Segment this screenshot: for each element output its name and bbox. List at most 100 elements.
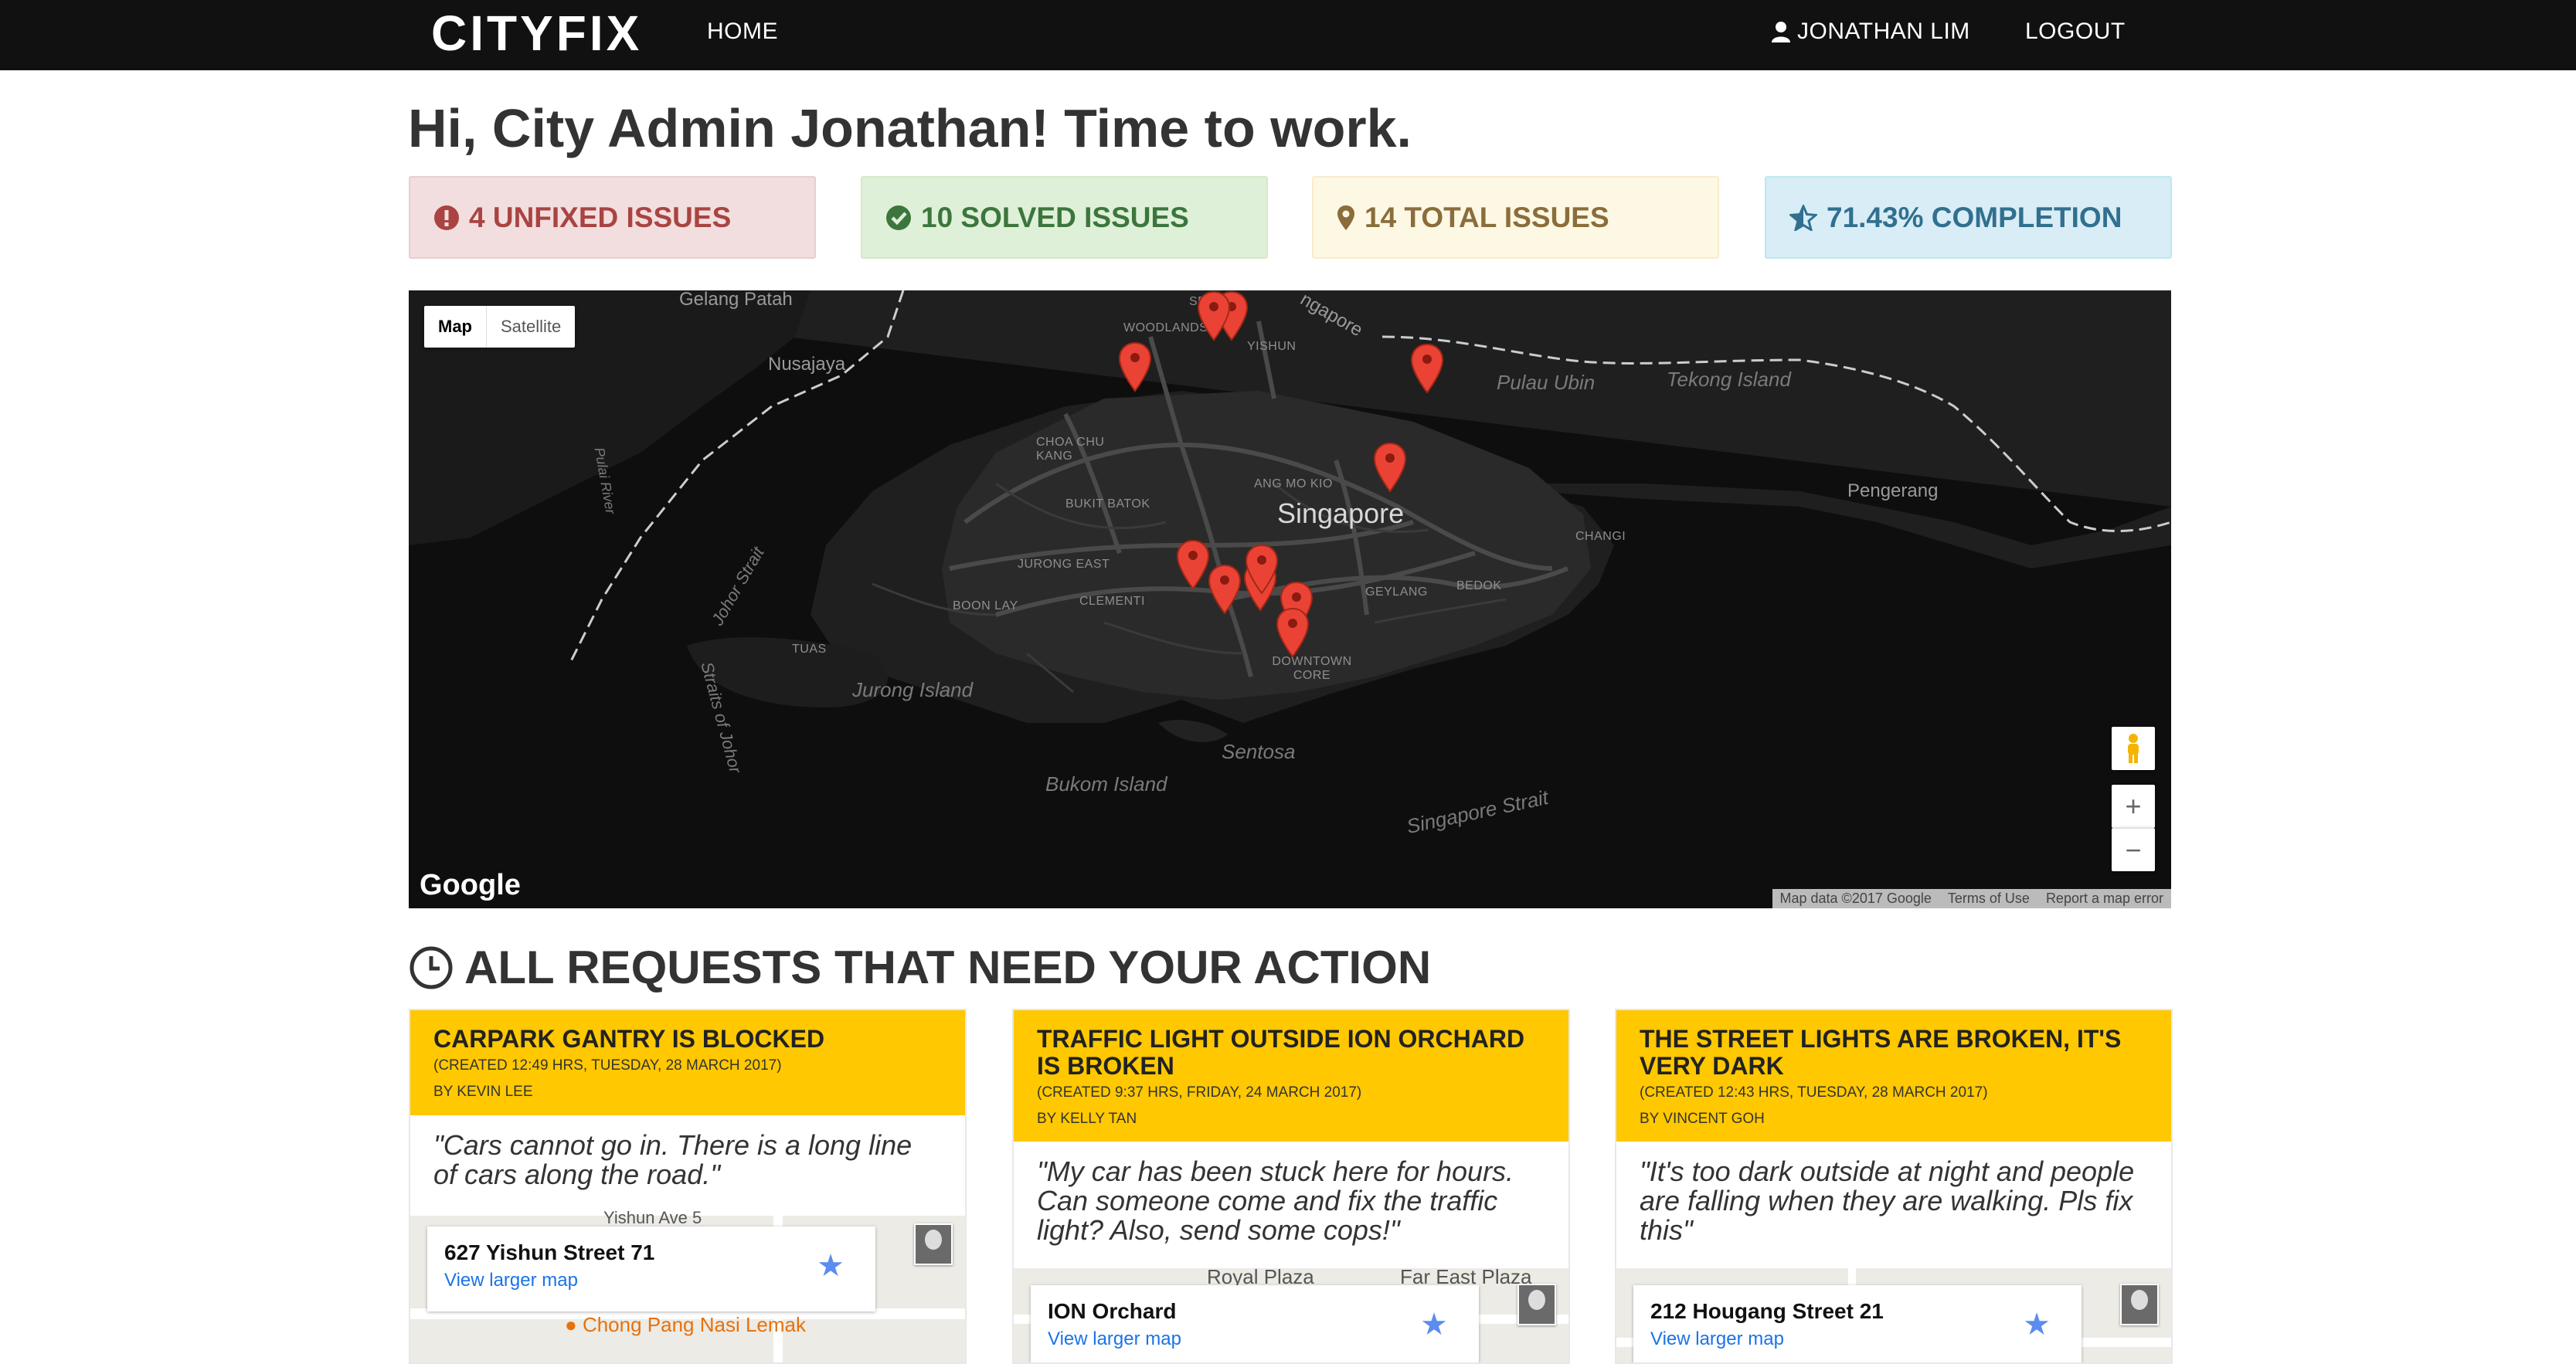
google-logo: Google: [420, 869, 521, 901]
request-created: (CREATED 9:37 HRS, FRIDAY, 24 MARCH 2017…: [1037, 1084, 1362, 1101]
map-type-map-button[interactable]: Map: [424, 306, 486, 348]
stat-total-issues: 14 TOTAL ISSUES: [1312, 176, 1719, 259]
location-name: ION Orchard: [1048, 1299, 1177, 1323]
request-author: BY KEVIN LEE: [433, 1084, 533, 1100]
stat-solved-issues: 10 SOLVED ISSUES: [861, 176, 1268, 259]
request-location-map[interactable]: Yishun Ave 5 ● Chong Pang Nasi Lemak 627…: [410, 1208, 965, 1362]
view-larger-map-link[interactable]: View larger map: [1650, 1328, 2065, 1350]
location-info-box: ION Orchard View larger map ★: [1031, 1285, 1479, 1362]
reporter-photo: [914, 1223, 953, 1265]
request-created: (CREATED 12:49 HRS, TUESDAY, 28 MARCH 20…: [433, 1057, 782, 1074]
exclamation-circle-icon: [434, 205, 459, 230]
map-label: JURONG EAST: [1018, 558, 1110, 571]
map-label: YISHUN: [1247, 340, 1296, 353]
request-quote: "Cars cannot go in. There is a long line…: [433, 1129, 912, 1190]
stat-solved-label: 10 SOLVED ISSUES: [921, 201, 1189, 233]
stat-unfixed-label: 4 UNFIXED ISSUES: [469, 201, 732, 233]
map-poi-name: Chong Pang Nasi Lemak: [582, 1313, 806, 1336]
map-label: Bukom Island: [1045, 772, 1167, 796]
clock-icon: [410, 946, 453, 989]
map-label: TUAS: [792, 643, 827, 656]
map-label: GEYLANG: [1365, 585, 1428, 599]
star-half-icon: [1789, 204, 1817, 231]
zoom-out-button[interactable]: −: [2112, 828, 2155, 871]
map-marker-icon: [1337, 205, 1354, 230]
map-marker-icon[interactable]: [1276, 607, 1310, 658]
map-label: Singapore: [1277, 497, 1405, 529]
map-label: Nusajaya: [768, 354, 846, 375]
map-marker-icon[interactable]: [1373, 442, 1407, 493]
nav-logout-link[interactable]: LOGOUT: [2025, 19, 2126, 45]
view-larger-map-link[interactable]: View larger map: [444, 1270, 858, 1291]
nav-user-name: JONATHAN LIM: [1797, 19, 1970, 44]
brand-logo[interactable]: CITYFIX: [431, 5, 642, 62]
request-title: CARPARK GANTRY IS BLOCKED: [433, 1025, 825, 1053]
request-card-header: TRAFFIC LIGHT OUTSIDE ION ORCHARD IS BRO…: [1014, 1010, 1568, 1142]
request-card-header: CARPARK GANTRY IS BLOCKED (CREATED 12:49…: [410, 1010, 965, 1115]
terms-of-use-link[interactable]: Terms of Use: [1939, 889, 2037, 908]
map-label: BOON LAY: [953, 599, 1018, 612]
view-larger-map-link[interactable]: View larger map: [1048, 1328, 1462, 1350]
map-marker-icon[interactable]: [1197, 290, 1231, 341]
request-created: (CREATED 12:43 HRS, TUESDAY, 28 MARCH 20…: [1640, 1084, 1988, 1101]
request-card-header: THE STREET LIGHTS ARE BROKEN, IT'S VERY …: [1616, 1010, 2171, 1142]
map-label: Pulau Ubin: [1497, 371, 1596, 394]
user-icon: [1772, 22, 1790, 42]
request-author: BY VINCENT GOH: [1640, 1111, 1765, 1127]
location-info-box: 627 Yishun Street 71 View larger map ★: [427, 1227, 875, 1311]
request-card[interactable]: CARPARK GANTRY IS BLOCKED (CREATED 12:49…: [409, 1009, 967, 1364]
map-street-label: Yishun Ave 5: [603, 1208, 702, 1227]
request-title: TRAFFIC LIGHT OUTSIDE ION ORCHARD IS BRO…: [1037, 1025, 1525, 1080]
star-icon[interactable]: ★: [1420, 1307, 1448, 1342]
request-location-map[interactable]: Royal Plaza Far East Plaza ION Orchard V…: [1014, 1265, 1568, 1362]
check-circle-icon: [886, 205, 911, 230]
nav-home-link[interactable]: HOME: [707, 19, 778, 45]
issues-map[interactable]: Map Satellite Gelang Patah Nusajaya SEMB…: [409, 290, 2171, 908]
map-marker-icon[interactable]: [1208, 564, 1242, 615]
map-label: Pengerang: [1847, 480, 1939, 501]
map-label: CLEMENTI: [1079, 595, 1145, 608]
stat-completion: 71.43% COMPLETION: [1765, 176, 2172, 259]
request-quote: "My car has been stuck here for hours. C…: [1037, 1155, 1514, 1246]
star-icon[interactable]: ★: [817, 1248, 845, 1284]
map-label: ANG MO KIO: [1254, 477, 1333, 490]
map-poi-label: ● Chong Pang Nasi Lemak: [565, 1313, 806, 1336]
map-label: WOODLANDS: [1123, 321, 1208, 334]
map-label: Tekong Island: [1667, 368, 1791, 391]
section-title: ALL REQUESTS THAT NEED YOUR ACTION: [409, 941, 1431, 994]
page-greeting: Hi, City Admin Jonathan! Time to work.: [408, 98, 1412, 158]
request-title: THE STREET LIGHTS ARE BROKEN, IT'S VERY …: [1640, 1025, 2122, 1080]
request-card[interactable]: TRAFFIC LIGHT OUTSIDE ION ORCHARD IS BRO…: [1012, 1009, 1570, 1364]
map-marker-icon[interactable]: [1118, 341, 1152, 392]
map-marker-icon[interactable]: [1245, 544, 1279, 595]
zoom-in-button[interactable]: +: [2112, 785, 2155, 828]
request-card[interactable]: THE STREET LIGHTS ARE BROKEN, IT'S VERY …: [1615, 1009, 2173, 1364]
stat-total-label: 14 TOTAL ISSUES: [1364, 201, 1609, 233]
request-author: BY KELLY TAN: [1037, 1111, 1137, 1127]
map-marker-icon[interactable]: [1176, 539, 1210, 590]
map-type-satellite-button[interactable]: Satellite: [486, 306, 575, 348]
map-label: DOWNTOWN CORE: [1272, 655, 1352, 682]
map-label: CHOA CHU KANG: [1036, 436, 1105, 463]
map-label: CHANGI: [1575, 530, 1626, 543]
request-location-map[interactable]: 212 Hougang Street 21 View larger map ★: [1616, 1268, 2171, 1362]
street-view-pegman-icon[interactable]: [2112, 727, 2155, 770]
location-name: 627 Yishun Street 71: [444, 1240, 655, 1264]
stat-unfixed-issues: 4 UNFIXED ISSUES: [409, 176, 816, 259]
reporter-photo: [2120, 1284, 2159, 1325]
request-quote: "It's too dark outside at night and peop…: [1640, 1155, 2135, 1246]
report-map-error-link[interactable]: Report a map error: [2037, 889, 2171, 908]
location-name: 212 Hougang Street 21: [1650, 1299, 1884, 1323]
map-type-control: Map Satellite: [424, 306, 576, 348]
map-marker-icon[interactable]: [1410, 343, 1444, 394]
map-label: Jurong Island: [852, 678, 974, 701]
map-data-credit: Map data ©2017 Google: [1779, 891, 1932, 906]
star-icon[interactable]: ★: [2023, 1307, 2051, 1342]
nav-user-link[interactable]: JONATHAN LIM: [1771, 19, 1970, 45]
map-label: BEDOK: [1456, 579, 1502, 592]
navbar: CITYFIX HOME JONATHAN LIM LOGOUT: [0, 0, 2576, 70]
reporter-photo: [1517, 1284, 1556, 1325]
section-title-text: ALL REQUESTS THAT NEED YOUR ACTION: [464, 942, 1432, 993]
map-label: Sentosa: [1222, 740, 1296, 763]
location-info-box: 212 Hougang Street 21 View larger map ★: [1633, 1285, 2082, 1362]
